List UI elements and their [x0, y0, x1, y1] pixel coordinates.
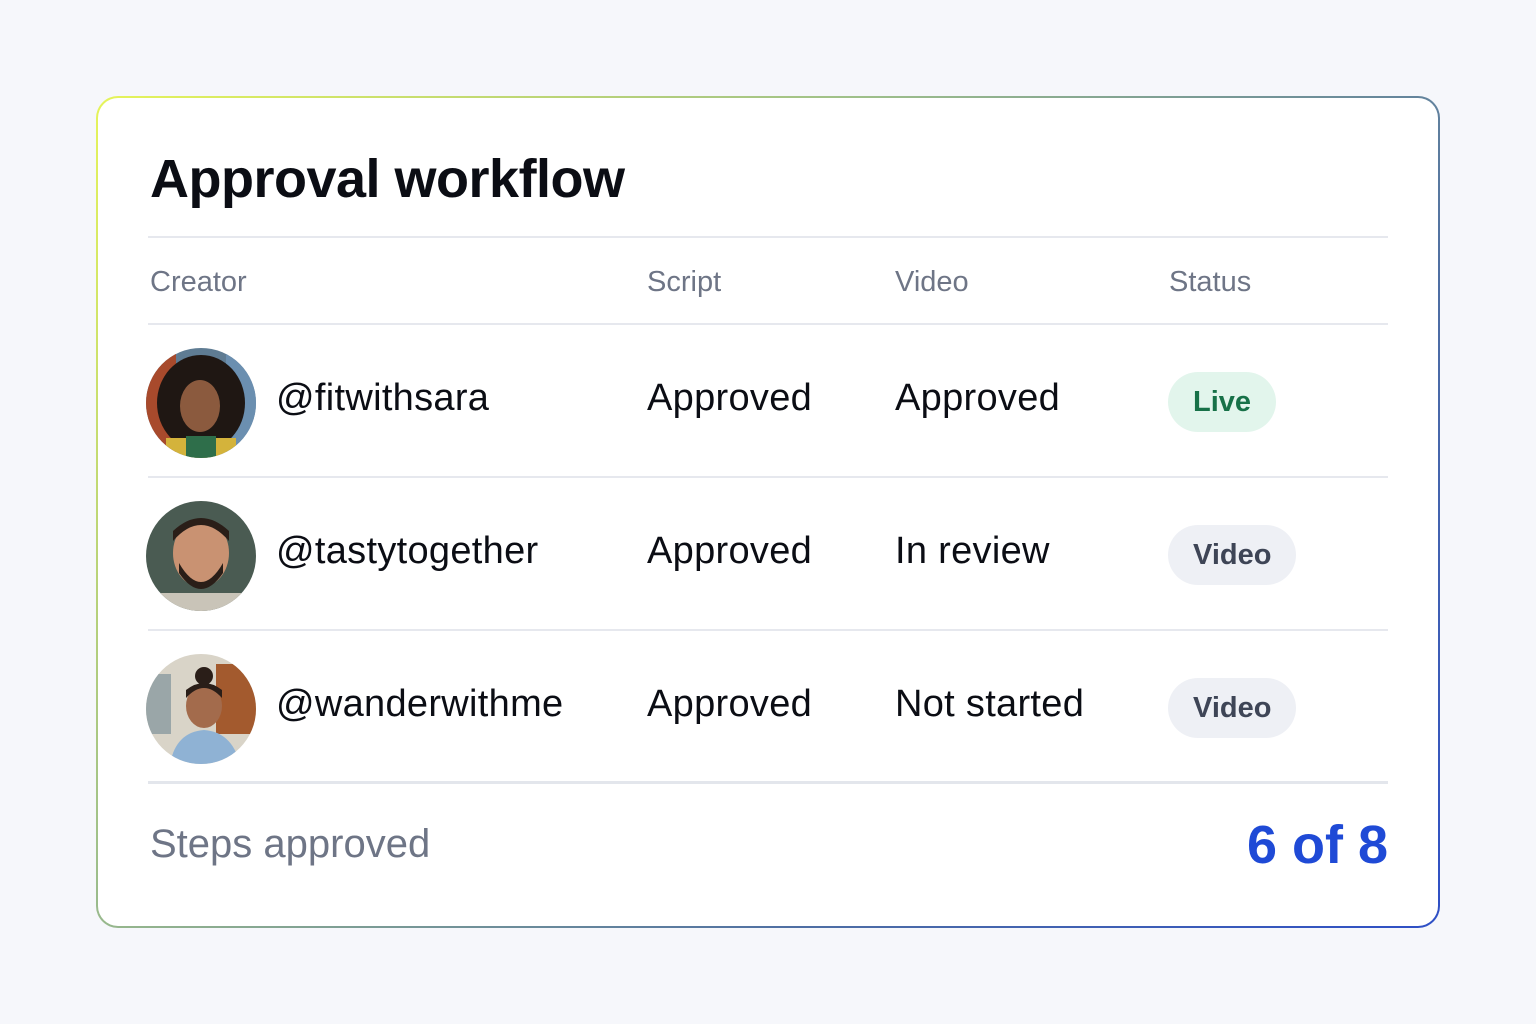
title-divider: [148, 236, 1388, 238]
column-header-video: Video: [895, 266, 969, 298]
footer-divider: [148, 781, 1388, 784]
table-row[interactable]: @wanderwithme Approved Not started Video: [98, 631, 1438, 783]
creator-handle[interactable]: @wanderwithme: [276, 683, 563, 726]
status-badge: Live: [1168, 372, 1277, 432]
column-header-script: Script: [647, 266, 722, 298]
avatar: [146, 654, 256, 764]
video-status: Not started: [895, 683, 1085, 725]
avatar: [146, 501, 256, 611]
status-badge: Video: [1168, 678, 1297, 738]
table-row[interactable]: @fitwithsara Approved Approved Live: [98, 325, 1438, 477]
avatar: [146, 348, 256, 458]
approval-card: Approval workflow Creator Script Video S…: [98, 98, 1438, 926]
creator-handle[interactable]: @tastytogether: [276, 530, 538, 573]
table-row[interactable]: @tastytogether Approved In review Video: [98, 478, 1438, 630]
column-header-status: Status: [1169, 266, 1252, 298]
approval-card-border: Approval workflow Creator Script Video S…: [96, 96, 1440, 928]
card-title: Approval workflow: [150, 149, 625, 209]
creator-handle[interactable]: @fitwithsara: [276, 377, 489, 420]
script-status: Approved: [647, 530, 813, 572]
steps-approved-value: 6 of 8: [1246, 815, 1388, 875]
script-status: Approved: [647, 377, 813, 419]
video-status: In review: [895, 530, 1050, 572]
column-header-creator: Creator: [150, 266, 247, 298]
video-status: Approved: [895, 377, 1061, 419]
steps-approved-label: Steps approved: [150, 822, 431, 866]
status-badge: Video: [1168, 525, 1297, 585]
script-status: Approved: [647, 683, 813, 725]
